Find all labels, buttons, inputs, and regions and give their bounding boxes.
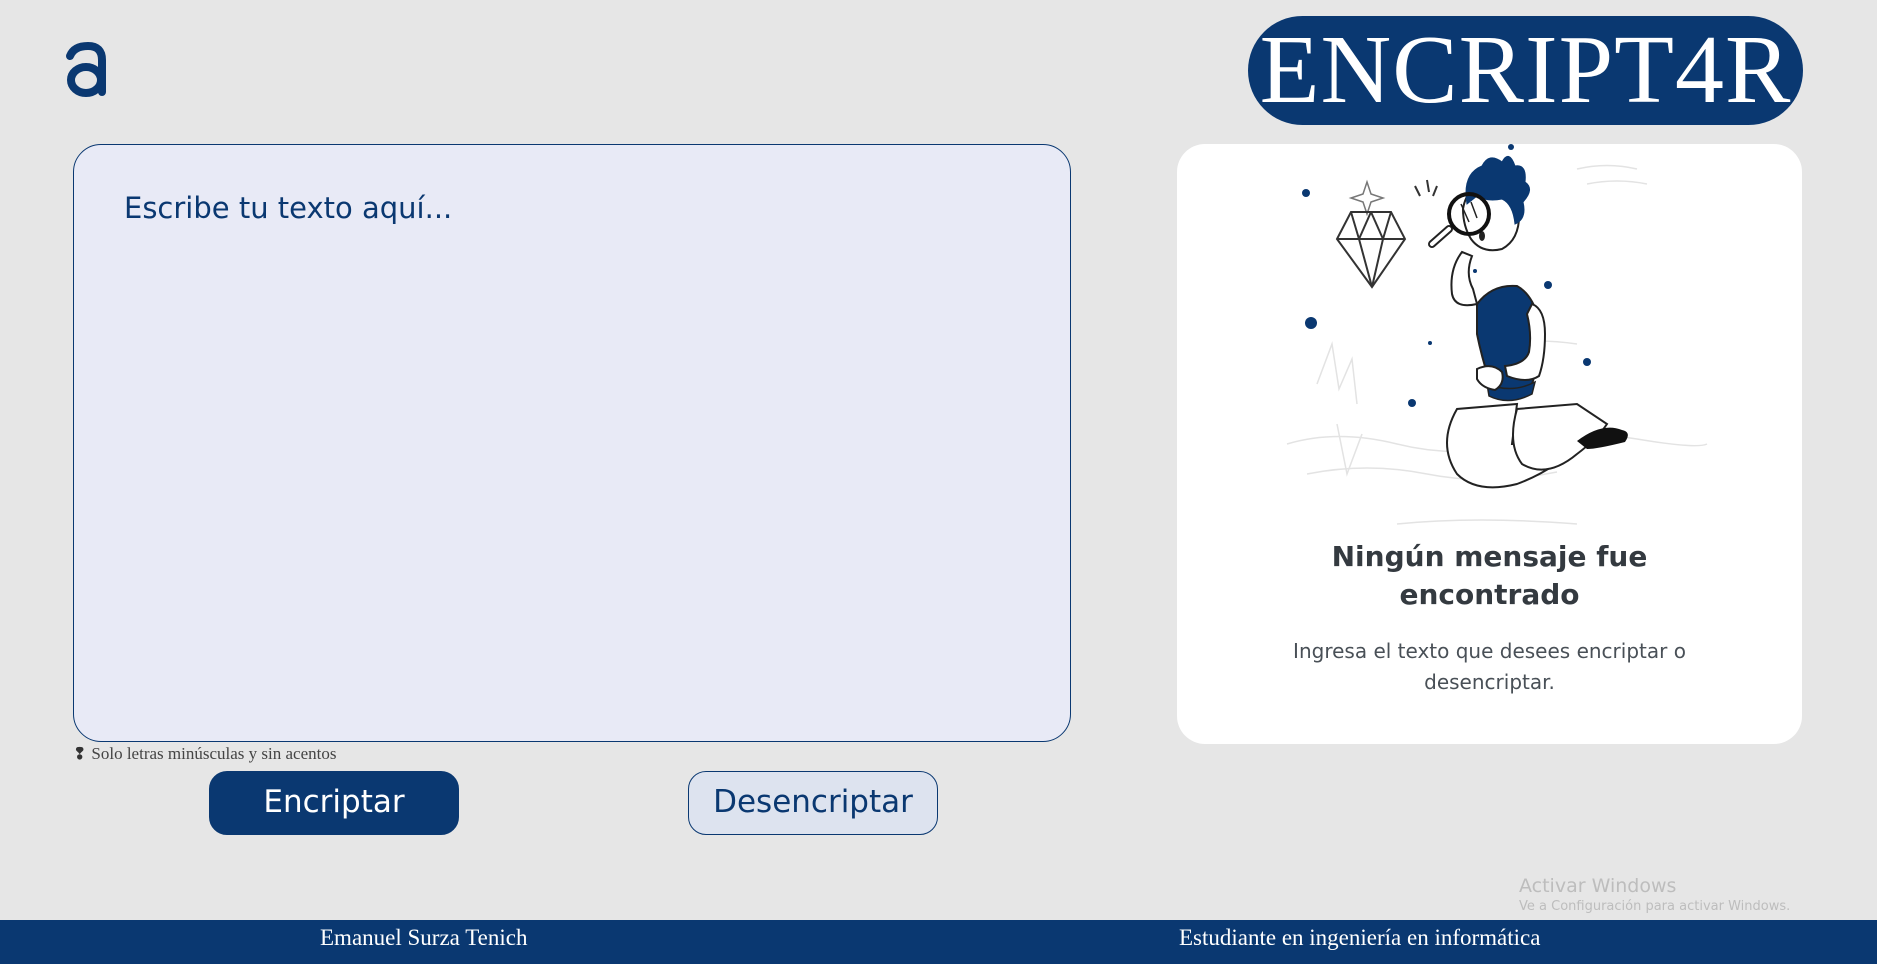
output-title-text: Ningún mensaje fue encontrado — [1331, 540, 1648, 611]
windows-activation-watermark: Activar Windows Ve a Configuración para … — [1519, 874, 1790, 916]
footer-author: Emanuel Surza Tenich — [320, 925, 528, 950]
decrypt-button[interactable]: Desencriptar — [688, 771, 938, 835]
input-hint-text: Solo letras minúsculas y sin acentos — [91, 744, 337, 763]
alura-logo-icon[interactable] — [64, 40, 114, 100]
output-panel: Ningún mensaje fue encontrado Ingresa el… — [1177, 144, 1802, 744]
watermark-subtitle: Ve a Configuración para activar Windows. — [1519, 899, 1791, 914]
output-subtitle-text: Ingresa el texto que desees encriptar o … — [1293, 639, 1686, 694]
boy-with-magnifier-illustration — [1277, 144, 1717, 529]
output-subtitle: Ingresa el texto que desees encriptar o … — [1177, 636, 1802, 698]
exclamation-icon: ❢ — [73, 746, 87, 763]
text-input[interactable] — [124, 191, 1004, 711]
page: ENCRIPT4R ❢ Solo letras minúsculas y sin… — [0, 0, 1877, 964]
encrypt-button[interactable]: Encriptar — [209, 771, 459, 835]
output-title: Ningún mensaje fue encontrado — [1177, 538, 1802, 614]
footer: Emanuel Surza Tenich Estudiante en ingen… — [0, 920, 1877, 964]
input-hint: ❢ Solo letras minúsculas y sin acentos — [73, 744, 336, 764]
brand-title: ENCRIPT4R — [1248, 16, 1803, 125]
footer-role: Estudiante en ingeniería en informática — [1179, 925, 1541, 950]
text-input-container — [73, 144, 1071, 742]
watermark-title: Activar Windows — [1519, 875, 1677, 897]
